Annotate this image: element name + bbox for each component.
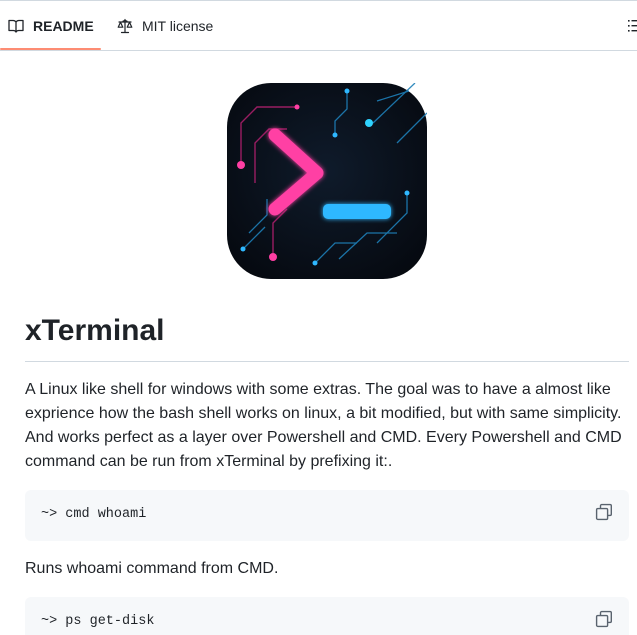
copy-button[interactable] [595,503,613,521]
tab-license-label: MIT license [142,17,214,34]
readme-tab-bar: README MIT license [0,1,637,51]
active-tab-indicator [0,48,101,50]
outline-button[interactable] [627,18,637,34]
list-outline-icon [627,20,637,38]
book-icon [8,18,24,34]
law-scale-icon [117,18,133,34]
tab-license[interactable]: MIT license [117,1,213,50]
copy-button[interactable] [595,610,613,628]
tab-readme-label: README [33,17,94,34]
readme-panel: README MIT license xTerminal A Linux lik… [0,0,637,635]
xterminal-logo [227,82,428,279]
readme-intro: A Linux like shell for windows with some… [25,381,622,470]
copy-icon [595,503,613,525]
tab-readme[interactable]: README [8,1,94,50]
code-block: ~> ps get-disk [25,597,629,635]
code-block: ~> cmd whoami [25,490,629,541]
copy-icon [595,610,613,632]
readme-title: xTerminal [25,314,165,347]
code-text: ~> cmd whoami [41,507,147,522]
title-divider [25,361,629,362]
code-text: ~> ps get-disk [41,614,155,629]
code-description: Runs whoami command from CMD. [25,560,279,577]
